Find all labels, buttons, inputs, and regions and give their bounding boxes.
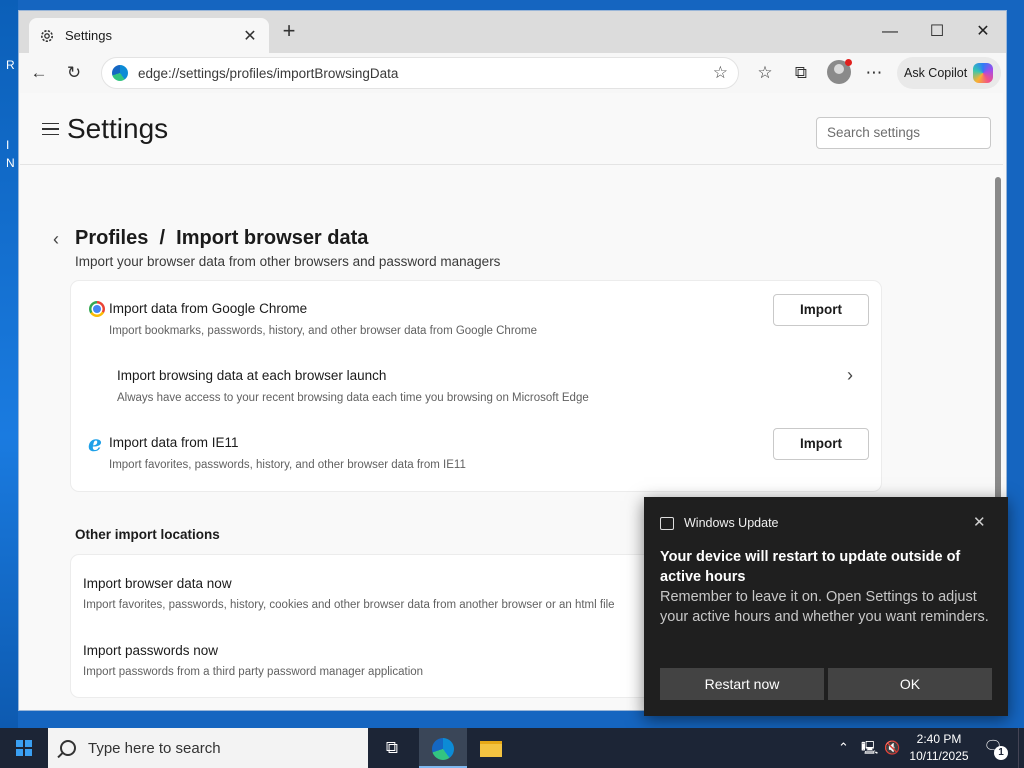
file-explorer-icon[interactable] <box>467 728 515 768</box>
close-window-button[interactable]: ✕ <box>960 19 1006 45</box>
import-chrome-button[interactable]: Import <box>773 294 869 326</box>
back-chevron-icon[interactable]: ‹ <box>53 229 59 250</box>
show-desktop-button[interactable] <box>1018 728 1024 768</box>
network-icon[interactable]: 🖳 <box>861 728 878 768</box>
taskbar-search-placeholder: Type here to search <box>88 739 221 757</box>
favorites-icon[interactable]: ☆ <box>751 60 779 86</box>
system-clock[interactable]: 2:40 PM 10/11/2025 <box>904 731 974 765</box>
address-bar[interactable]: edge://settings/profiles/importBrowsingD… <box>101 57 739 89</box>
toast-app-name: Windows Update <box>684 516 779 530</box>
taskbar: Type here to search ⧉ ⌃ 🖳 🔇 2:40 PM 10/1… <box>0 728 1024 768</box>
row-title: Import data from Google Chrome <box>109 301 308 316</box>
profile-notification-dot <box>845 59 852 66</box>
minimize-button[interactable]: — <box>867 19 913 45</box>
desktop-background: R I N <box>0 0 18 728</box>
close-icon[interactable]: ✕ <box>973 513 986 531</box>
clock-date: 10/11/2025 <box>909 749 969 763</box>
settings-title: Settings <box>67 113 169 144</box>
start-button[interactable] <box>0 728 48 768</box>
desktop-icon-label[interactable]: N <box>6 156 15 170</box>
refresh-icon[interactable]: ↻ <box>60 60 88 86</box>
chevron-right-icon: › <box>847 365 853 385</box>
row-title: Import passwords now <box>83 643 219 658</box>
back-arrow-icon[interactable]: ← <box>25 60 53 86</box>
search-settings-input[interactable]: Search settings <box>816 117 991 149</box>
maximize-button[interactable]: ☐ <box>914 19 960 45</box>
row-description: Import favorites, passwords, history, an… <box>109 459 466 471</box>
chrome-icon <box>89 301 105 317</box>
settings-header: Settings Search settings <box>20 93 1003 165</box>
tab-settings[interactable]: Settings ✕ <box>29 18 269 53</box>
hamburger-menu-icon[interactable] <box>42 123 59 135</box>
gear-icon <box>41 29 53 42</box>
toast-headline: Your device will restart to update outsi… <box>660 549 961 585</box>
row-title: Import browsing data at each browser lau… <box>117 368 387 383</box>
desktop-icon-label[interactable]: R <box>6 58 15 72</box>
windows-update-icon <box>660 517 674 530</box>
page-title: Profiles / Import browser data <box>75 227 369 249</box>
close-tab-icon[interactable]: ✕ <box>241 26 259 46</box>
row-description: Always have access to your recent browsi… <box>117 392 589 404</box>
windows-logo-icon <box>16 740 32 756</box>
toast-body: Remember to leave it on. Open Settings t… <box>660 589 989 625</box>
more-options-icon[interactable]: ⋯ <box>860 60 888 86</box>
ie-icon: e <box>88 431 102 457</box>
edge-logo-icon <box>112 65 128 81</box>
favorite-star-icon[interactable]: ☆ <box>713 63 728 83</box>
notification-count-badge: 1 <box>994 746 1008 760</box>
windows-update-notification: Windows Update ✕ Your device will restar… <box>644 497 1008 716</box>
show-hidden-icons-chevron[interactable]: ⌃ <box>838 728 849 768</box>
import-ie11-button[interactable]: Import <box>773 428 869 460</box>
new-tab-button[interactable]: + <box>277 20 301 44</box>
ok-button[interactable]: OK <box>828 668 992 700</box>
collections-icon[interactable]: ⧉ <box>787 60 815 86</box>
row-description: Import passwords from a third party pass… <box>83 666 424 678</box>
ask-copilot-button[interactable]: Ask Copilot <box>897 57 1001 89</box>
task-view-icon[interactable]: ⧉ <box>368 728 416 768</box>
section-title: Other import locations <box>75 527 220 542</box>
edge-taskbar-icon[interactable] <box>419 728 467 768</box>
page-subtitle: Import your browser data from other brow… <box>75 254 501 269</box>
row-description: Import favorites, passwords, history, co… <box>83 599 615 611</box>
tab-strip: Settings ✕ + — ☐ ✕ <box>19 11 1006 53</box>
copilot-icon <box>973 63 994 83</box>
row-title: Import browser data now <box>83 576 232 591</box>
search-icon <box>60 740 76 756</box>
volume-muted-icon[interactable]: 🔇 <box>884 728 900 768</box>
browser-toolbar: ← ↻ edge://settings/profiles/importBrows… <box>19 53 1006 93</box>
taskbar-search-box[interactable]: Type here to search <box>48 728 368 768</box>
row-title: Import data from IE11 <box>109 435 239 450</box>
clock-time: 2:40 PM <box>916 732 962 746</box>
row-description: Import bookmarks, passwords, history, an… <box>109 325 538 337</box>
page-scrollbar[interactable] <box>995 177 1001 507</box>
tab-title: Settings <box>65 28 112 43</box>
import-on-launch-row[interactable]: Import browsing data at each browser lau… <box>71 355 881 415</box>
desktop-icon-label[interactable]: I <box>6 138 9 152</box>
restart-now-button[interactable]: Restart now <box>660 668 824 700</box>
copilot-label: Ask Copilot <box>904 66 968 80</box>
import-card: Import data from Google Chrome Import bo… <box>71 281 881 491</box>
address-text[interactable]: edge://settings/profiles/importBrowsingD… <box>138 66 713 81</box>
